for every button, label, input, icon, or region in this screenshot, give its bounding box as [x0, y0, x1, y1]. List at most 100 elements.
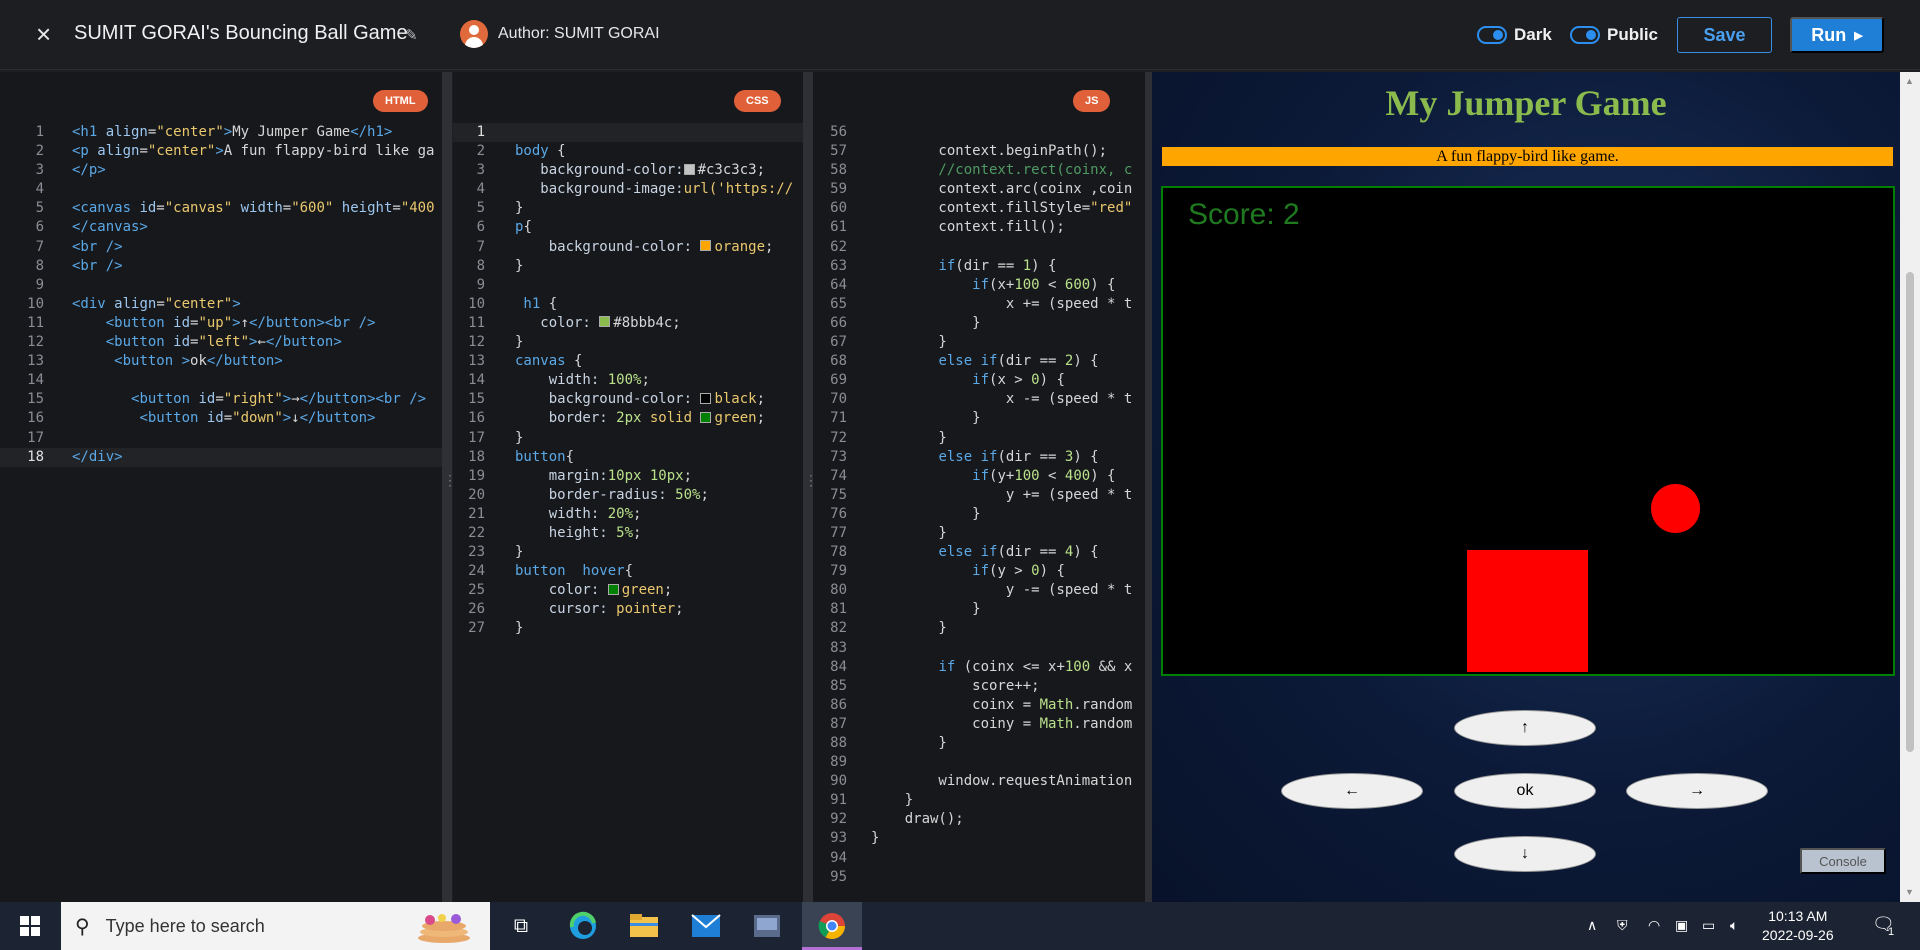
code-line[interactable]: 91 }: [813, 791, 1145, 810]
code-line[interactable]: 26 cursor: pointer;: [453, 600, 803, 619]
preview-scrollbar[interactable]: ▲ ▼: [1900, 72, 1920, 902]
code-line[interactable]: 76 }: [813, 505, 1145, 524]
html-editor[interactable]: HTML 1 <h1 align="center">My Jumper Game<…: [0, 72, 442, 902]
code-line[interactable]: 77 }: [813, 524, 1145, 543]
code-line[interactable]: 63 if(dir == 1) {: [813, 257, 1145, 276]
code-line[interactable]: 1 <h1 align="center">My Jumper Game</h1>: [0, 123, 442, 142]
code-line[interactable]: 11 <button id="up">↑</button><br />: [0, 314, 442, 333]
color-swatch[interactable]: [700, 392, 712, 404]
code-line[interactable]: 7 <br />: [0, 238, 442, 257]
code-line[interactable]: 10 h1 {: [453, 295, 803, 314]
code-line[interactable]: 95: [813, 868, 1145, 887]
code-line[interactable]: 22 height: 5%;: [453, 524, 803, 543]
console-button[interactable]: Console: [1800, 848, 1886, 874]
chevron-up-icon[interactable]: ∧: [1587, 917, 1597, 934]
code-line[interactable]: 93}: [813, 829, 1145, 848]
code-line[interactable]: 88 }: [813, 734, 1145, 753]
scroll-thumb[interactable]: [1906, 272, 1914, 752]
code-line[interactable]: 90 window.requestAnimation: [813, 772, 1145, 791]
code-line[interactable]: 5}: [453, 199, 803, 218]
code-line[interactable]: 92 draw();: [813, 810, 1145, 829]
html-code[interactable]: 1 <h1 align="center">My Jumper Game</h1> 2…: [0, 123, 442, 467]
code-line[interactable]: 73 else if(dir == 3) {: [813, 448, 1145, 467]
mail-icon[interactable]: [690, 910, 722, 942]
css-code[interactable]: 1 2 body {3 background-color: #c3c3c3; 4 bac…: [453, 123, 803, 639]
code-line[interactable]: 8 <br />: [0, 257, 442, 276]
close-icon[interactable]: ×: [36, 21, 56, 47]
code-line[interactable]: 18 </div>: [0, 447, 442, 467]
js-editor[interactable]: JS 56 57 context.beginPath(); 58 //context…: [813, 72, 1145, 902]
code-line[interactable]: 83: [813, 639, 1145, 658]
code-line[interactable]: 13 <button >ok</button>: [0, 352, 442, 371]
code-line[interactable]: 8}: [453, 257, 803, 276]
code-line[interactable]: 64 if(x+100 < 600) {: [813, 276, 1145, 295]
network-icon[interactable]: ▣: [1675, 917, 1688, 934]
code-line[interactable]: 62: [813, 238, 1145, 257]
code-line[interactable]: 17}: [453, 429, 803, 448]
code-line[interactable]: 16 border: 2px solid green;: [453, 409, 803, 428]
volume-icon[interactable]: 🔈︎: [1730, 917, 1738, 934]
task-view-icon[interactable]: ⧉: [505, 910, 537, 942]
code-line[interactable]: 61 context.fill();: [813, 218, 1145, 237]
code-line[interactable]: 78 else if(dir == 4) {: [813, 543, 1145, 562]
code-line[interactable]: 72 }: [813, 429, 1145, 448]
code-line[interactable]: 87 coiny = Math.random: [813, 715, 1145, 734]
code-line[interactable]: 15 background-color: black;: [453, 390, 803, 409]
code-line[interactable]: 80 y -= (speed * t: [813, 581, 1145, 600]
battery-icon[interactable]: ▭: [1702, 917, 1715, 934]
scroll-down-icon[interactable]: ▼: [1905, 887, 1914, 897]
color-swatch[interactable]: [599, 316, 611, 328]
code-line[interactable]: 19 margin:10px 10px;: [453, 467, 803, 486]
code-line[interactable]: 4 background-image:url('https://: [453, 180, 803, 199]
up-button[interactable]: ↑: [1454, 710, 1596, 746]
code-line[interactable]: 23}: [453, 543, 803, 562]
file-explorer-icon[interactable]: [628, 910, 660, 942]
code-line[interactable]: 74 if(y+100 < 400) {: [813, 467, 1145, 486]
code-line[interactable]: 85 score++;: [813, 677, 1145, 696]
shield-icon[interactable]: ⛨: [1617, 917, 1628, 934]
code-line[interactable]: 2 <p align="center">A fun flappy-bird lik…: [0, 142, 442, 161]
save-button[interactable]: Save: [1677, 17, 1772, 53]
code-line[interactable]: 15 <button id="right">→</button><br />: [0, 390, 442, 409]
code-line[interactable]: 10 <div align="center">: [0, 295, 442, 314]
color-swatch[interactable]: [700, 411, 712, 423]
chrome-icon[interactable]: [816, 910, 848, 942]
code-line[interactable]: 27}: [453, 619, 803, 638]
code-line[interactable]: 16 <button id="down">↓</button>: [0, 409, 442, 428]
code-line[interactable]: 66 }: [813, 314, 1145, 333]
public-toggle[interactable]: [1570, 26, 1600, 44]
code-line[interactable]: 9: [0, 276, 442, 295]
code-line[interactable]: 89: [813, 753, 1145, 772]
code-line[interactable]: 86 coinx = Math.random: [813, 696, 1145, 715]
taskbar-search[interactable]: ⚲ Type here to search: [61, 902, 490, 950]
code-line[interactable]: 25 color: green;: [453, 581, 803, 600]
scroll-up-icon[interactable]: ▲: [1905, 76, 1914, 86]
code-line[interactable]: 1: [453, 123, 803, 143]
pane-resizer[interactable]: [442, 72, 457, 902]
color-swatch[interactable]: [700, 240, 712, 252]
code-line[interactable]: 57 context.beginPath();: [813, 142, 1145, 161]
pane-resizer[interactable]: [803, 72, 818, 902]
edit-pencil-icon[interactable]: ✎: [405, 26, 418, 44]
code-line[interactable]: 3 background-color: #c3c3c3;: [453, 161, 803, 180]
right-button[interactable]: →: [1626, 773, 1768, 809]
code-line[interactable]: 3 </p>: [0, 161, 442, 180]
code-line[interactable]: 7 background-color: orange;: [453, 238, 803, 257]
code-line[interactable]: 6 </canvas>: [0, 218, 442, 237]
code-line[interactable]: 75 y += (speed * t: [813, 486, 1145, 505]
pane-resizer[interactable]: [1145, 72, 1160, 902]
code-line[interactable]: 68 else if(dir == 2) {: [813, 352, 1145, 371]
windows-start-icon[interactable]: [20, 916, 40, 936]
edge-icon[interactable]: [567, 910, 599, 942]
code-line[interactable]: 4: [0, 180, 442, 199]
code-line[interactable]: 65 x += (speed * t: [813, 295, 1145, 314]
code-line[interactable]: 18 button{: [453, 448, 803, 467]
code-line[interactable]: 6 p{: [453, 218, 803, 237]
code-line[interactable]: 9: [453, 276, 803, 295]
code-line[interactable]: 11 color: #8bbb4c;: [453, 314, 803, 333]
code-line[interactable]: 58 //context.rect(coinx, c: [813, 161, 1145, 180]
left-button[interactable]: ←: [1281, 773, 1423, 809]
code-line[interactable]: 5 <canvas id="canvas" width="600" height=…: [0, 199, 442, 218]
dark-toggle[interactable]: [1477, 26, 1507, 44]
app-icon[interactable]: [751, 910, 783, 942]
